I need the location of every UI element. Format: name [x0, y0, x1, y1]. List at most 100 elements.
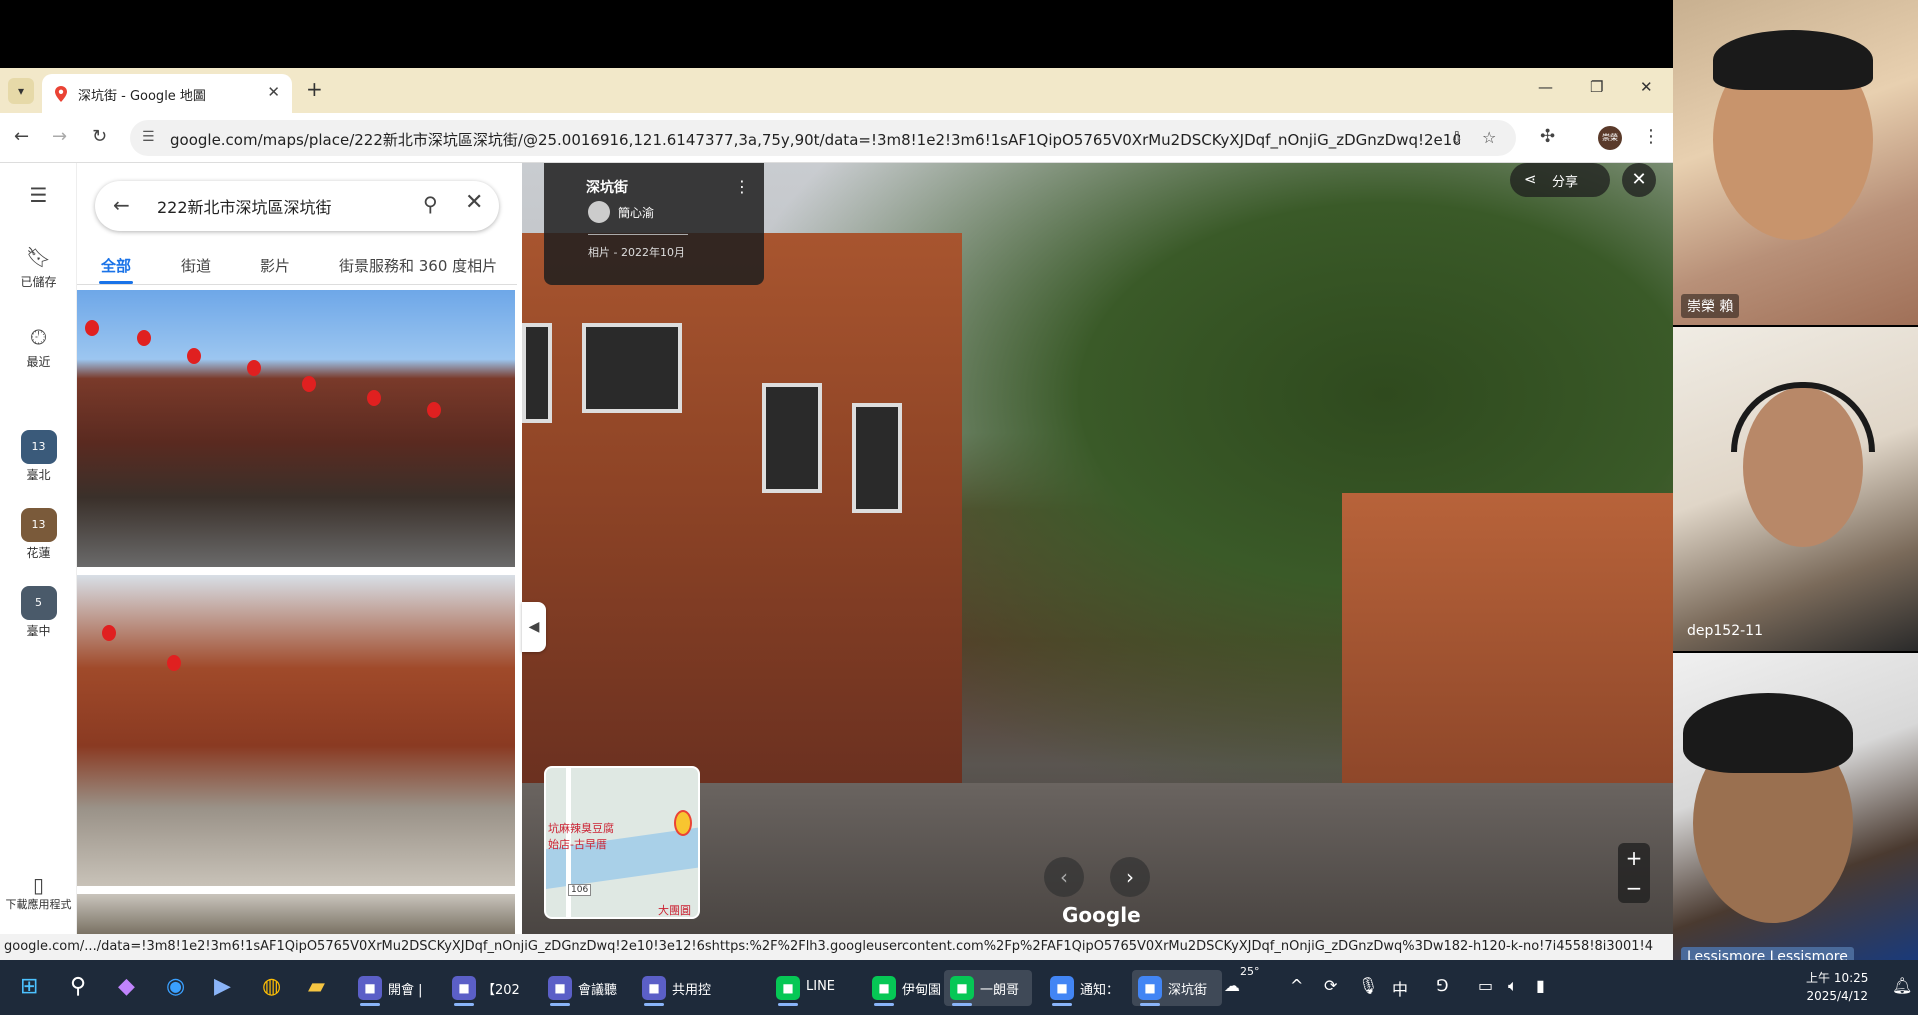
participant-video[interactable]: 崇榮 賴: [1673, 0, 1918, 325]
zoom-in-button[interactable]: +: [1618, 843, 1650, 873]
back-arrow-icon[interactable]: ←: [14, 126, 29, 147]
taskbar-app-button[interactable]: ■ 開會 |: [352, 970, 438, 1006]
maps-pin-icon: [55, 86, 67, 102]
file-explorer-icon[interactable]: ▰: [308, 974, 325, 999]
more-options-icon[interactable]: ⋮: [734, 177, 750, 196]
media-player-icon[interactable]: ▶: [214, 974, 231, 999]
chrome-icon[interactable]: ◍: [262, 974, 281, 999]
browser-tab-maps[interactable]: 深坑街 - Google 地圖 ✕: [42, 74, 292, 113]
network-icon[interactable]: ▭: [1478, 976, 1493, 995]
rail-place-taipei[interactable]: 13 臺北: [0, 430, 77, 483]
previous-photo-button[interactable]: ‹: [1044, 857, 1084, 897]
photo-thumbnail[interactable]: [77, 575, 515, 886]
app-icon: ■: [358, 976, 382, 1000]
sync-icon[interactable]: ⟳: [1324, 976, 1337, 995]
rail-label-saved: 已儲存: [20, 275, 57, 289]
profile-avatar[interactable]: 崇榮: [1598, 126, 1622, 150]
reload-icon[interactable]: ↻: [92, 126, 107, 147]
notification-bell-icon[interactable]: 🔔︎: [1892, 976, 1912, 995]
ime-indicator[interactable]: 中: [1392, 976, 1408, 1000]
tab-search-button[interactable]: ▾: [8, 78, 34, 104]
participant-video[interactable]: dep152-11: [1673, 327, 1918, 651]
rail-item-recent[interactable]: 🕘︎ 最近: [0, 325, 77, 370]
address-bar: ← → ↻ ☰ google.com/maps/place/222新北市深坑區深…: [0, 113, 1673, 163]
omnibox[interactable]: ☰ google.com/maps/place/222新北市深坑區深坑街/@25…: [130, 120, 1516, 156]
ime-mode-icon[interactable]: ⅁: [1436, 976, 1448, 995]
start-windows-icon[interactable]: ⊞: [20, 974, 38, 999]
browser-menu-icon[interactable]: ⋮: [1642, 126, 1660, 147]
site-info-icon[interactable]: ☰: [142, 129, 155, 145]
collapse-panel-button[interactable]: ◀: [522, 602, 546, 652]
weather-icon[interactable]: ☁: [1224, 976, 1240, 995]
zoom-out-button[interactable]: −: [1618, 873, 1650, 903]
copilot-icon[interactable]: ◆: [118, 974, 135, 999]
download-app-button[interactable]: ▯ 下載應用程式: [0, 873, 77, 913]
extensions-puzzle-icon[interactable]: ✣: [1540, 126, 1555, 147]
taskbar-app-button[interactable]: ■ 共用控: [636, 970, 722, 1006]
tab-videos[interactable]: 影片: [260, 255, 290, 276]
taskbar-app-button[interactable]: ■ 伊甸園: [866, 970, 941, 1006]
rail-place-hualien[interactable]: 13 花蓮: [0, 508, 77, 561]
running-indicator: [644, 1003, 664, 1006]
taskbar-app-button[interactable]: ■ LINE: [770, 970, 852, 1006]
tab-close-icon[interactable]: ✕: [267, 83, 280, 101]
battery-icon[interactable]: ▮: [1536, 976, 1545, 995]
search-icon[interactable]: ⚲: [423, 192, 438, 216]
author-avatar[interactable]: [588, 201, 610, 223]
taskbar-app-label: 一朗哥: [980, 983, 1020, 998]
menu-hamburger-icon[interactable]: ☰: [0, 183, 77, 209]
url-text[interactable]: google.com/maps/place/222新北市深坑區深坑街/@25.0…: [170, 129, 1460, 150]
system-clock[interactable]: 上午 10:25 2025/4/12: [1806, 969, 1868, 1005]
photo-author[interactable]: 簡心渝: [618, 204, 654, 221]
taskbar-app-label: 通知：: [1080, 983, 1120, 998]
install-app-icon[interactable]: ⇩: [1450, 128, 1463, 147]
window-close-icon[interactable]: ✕: [1640, 78, 1653, 96]
street-view-photo[interactable]: 深坑街 ⋮ 簡心渝 相片 - 2022年10月 ⋖ 分享 ✕ 坑麻辣臭豆腐 始店…: [522, 163, 1673, 934]
photo-thumbnail[interactable]: [77, 894, 515, 934]
place-label: 臺北: [26, 468, 51, 482]
rail-place-taichung[interactable]: 5 臺中: [0, 586, 77, 639]
app-icon: ■: [642, 976, 666, 1000]
taskbar-app-button[interactable]: ■ 通知：: [1044, 970, 1124, 1006]
bookmark-star-icon[interactable]: ☆: [1482, 128, 1496, 147]
place-thumb: 13: [20, 508, 57, 542]
minimize-icon[interactable]: —: [1538, 78, 1553, 96]
restore-icon[interactable]: ❐: [1590, 78, 1603, 96]
google-watermark: Google: [1062, 903, 1141, 927]
tab-all[interactable]: 全部: [101, 255, 131, 276]
photo-thumbnail[interactable]: [77, 290, 515, 567]
taskbar-app-button[interactable]: ■ 會議聽: [542, 970, 628, 1006]
search-icon[interactable]: ⚲: [70, 974, 86, 999]
show-hidden-icons-icon[interactable]: ^: [1290, 976, 1303, 995]
new-tab-icon[interactable]: +: [306, 77, 323, 101]
weather-temp: 25°: [1240, 965, 1260, 978]
running-indicator: [550, 1003, 570, 1006]
photo-info-card: 深坑街 ⋮ 簡心渝 相片 - 2022年10月: [544, 163, 764, 285]
building-facade: [1342, 493, 1673, 813]
forward-arrow-icon[interactable]: →: [52, 126, 67, 147]
clear-search-icon[interactable]: ✕: [465, 190, 483, 215]
pegman-icon[interactable]: [674, 810, 692, 836]
rail-item-saved[interactable]: 🔖︎ 已儲存: [0, 245, 77, 290]
tab-bar: ▾ 深坑街 - Google 地圖 ✕ + — ❐ ✕: [0, 68, 1673, 113]
taskbar-app-label: 深坑街: [1168, 983, 1208, 998]
tab-streetview-360[interactable]: 街景服務和 360 度相片: [339, 255, 497, 276]
close-streetview-icon[interactable]: ✕: [1622, 163, 1656, 197]
running-indicator: [454, 1003, 474, 1006]
taskbar-app-button[interactable]: ■ 深坑街: [1132, 970, 1222, 1006]
volume-icon[interactable]: 🔈︎: [1508, 976, 1518, 996]
participant-video[interactable]: Lessismore Lessismore: [1673, 653, 1918, 960]
taskbar-app-button[interactable]: ■ 【202: [446, 970, 532, 1006]
place-label: 臺中: [26, 624, 51, 638]
minimap[interactable]: 坑麻辣臭豆腐 始店-古早厝 大團圓 106: [544, 766, 700, 919]
maps-side-rail: ☰ 🔖︎ 已儲存 🕘︎ 最近 13 臺北 13 花蓮 5 臺中 ▯ 下載應用程式: [0, 163, 77, 934]
next-photo-button[interactable]: ›: [1110, 857, 1150, 897]
clock-time: 上午 10:25: [1806, 971, 1869, 985]
tab-street[interactable]: 街道: [181, 255, 211, 276]
taskbar-app-button[interactable]: ■ 一朗哥: [944, 970, 1032, 1006]
share-button[interactable]: ⋖ 分享: [1510, 163, 1610, 197]
microphone-icon[interactable]: 🎙︎: [1358, 976, 1378, 995]
edge-icon[interactable]: ◉: [166, 974, 185, 999]
search-input[interactable]: [157, 193, 377, 219]
back-arrow-icon[interactable]: ←: [113, 193, 130, 217]
